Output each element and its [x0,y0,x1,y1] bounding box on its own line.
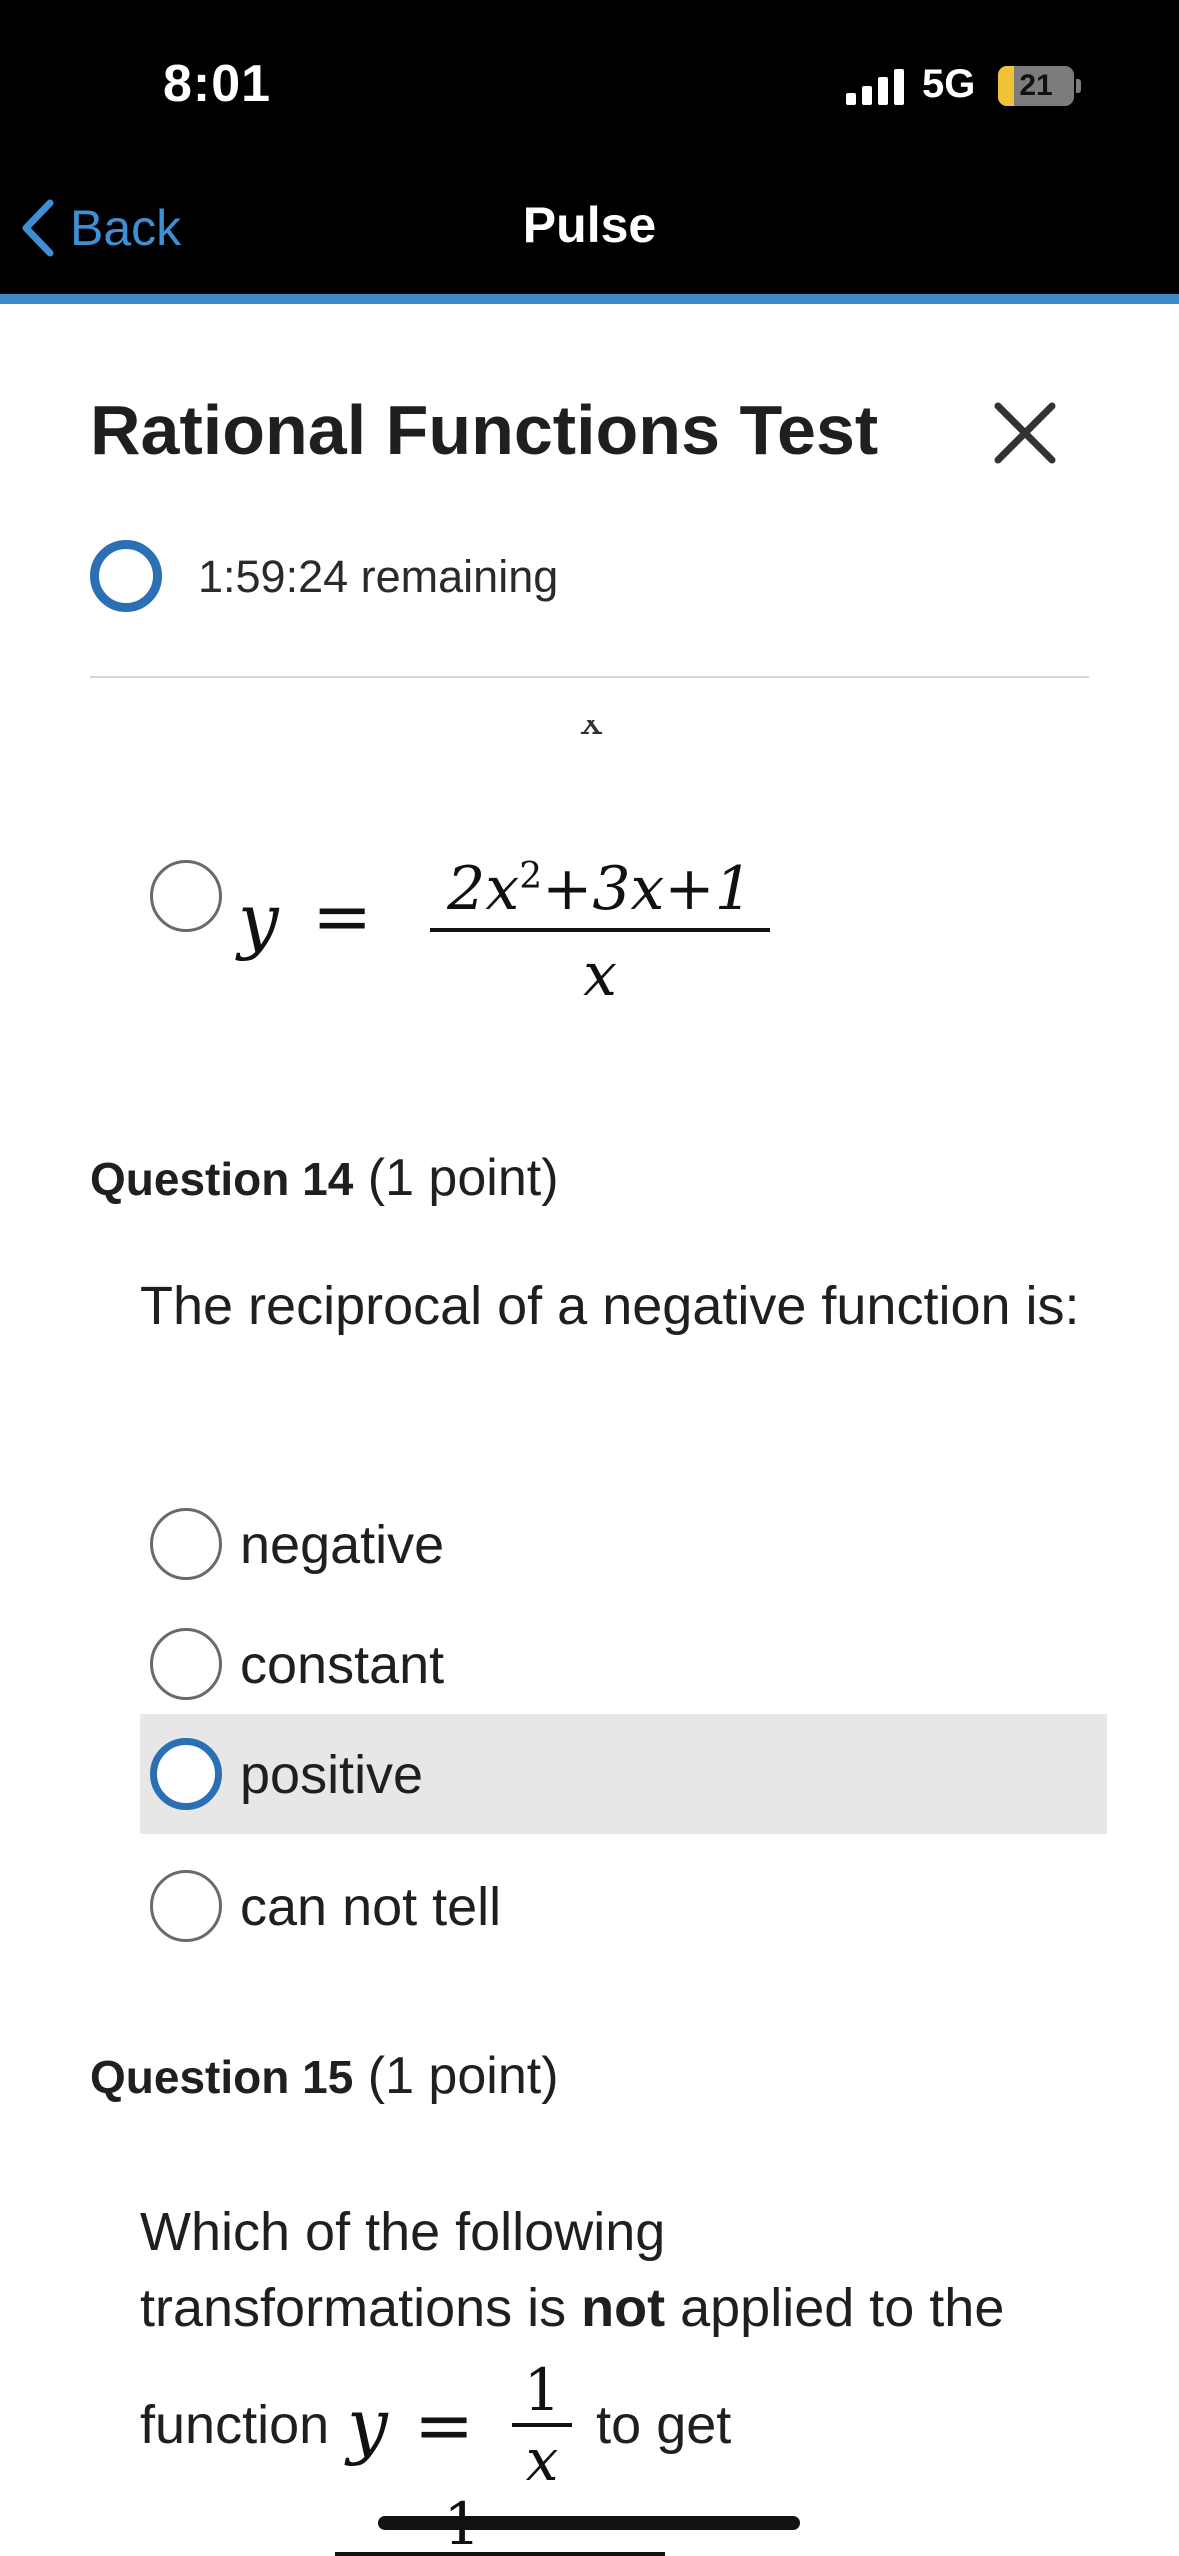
partial-math-glyph: x [580,698,603,744]
fraction-bar [430,928,770,932]
question-15-heading: Question 15 (1 point) [90,2046,559,2106]
numerator-term: 2x [447,854,520,924]
fraction-numerator: 1 [523,2356,561,2424]
option-negative[interactable]: negative [140,1484,1107,1604]
fraction-denominator: x [525,2426,559,2494]
question-14-points: (1 point) [367,1149,559,1207]
timer-text: 1:59:24 remaining [198,551,558,603]
option-radio[interactable] [150,1628,222,1700]
text-emphasis: not [581,2278,666,2338]
signal-bars-icon [846,69,904,105]
numerator-exponent: 2 [519,856,543,897]
option-radio-previous[interactable] [150,860,222,932]
network-label: 5G [922,62,976,106]
option-math-denominator: x [583,940,617,1010]
text-segment: to get [596,2395,732,2455]
question-14-text: The reciprocal of a negative function is… [140,1276,1080,1336]
battery-level: 21 [1019,69,1053,102]
page-title: Rational Functions Test [90,391,879,469]
option-math-numerator: 2x2+3x+1 [430,854,770,924]
question-15-text-line2: transformations is not applied to the [140,2270,1100,2346]
option-positive[interactable]: positive [140,1714,1107,1834]
text-segment: function [140,2395,330,2455]
question-15-text-line3: function y = 1 x to get [140,2361,732,2489]
header-divider [90,676,1089,678]
option-radio[interactable] [150,1508,222,1580]
close-icon[interactable] [990,398,1060,468]
option-math-equals: = [312,874,373,958]
option-constant[interactable]: constant [140,1604,1107,1724]
option-math-y: y [238,878,279,962]
status-time: 8:01 [163,55,272,113]
math-y: y [347,2383,388,2467]
math-equals: = [413,2383,475,2467]
timer-icon [90,540,162,612]
nav-accent-line [0,294,1179,304]
timer-value: 1:59:24 [198,551,349,602]
option-can-not-tell[interactable]: can not tell [140,1846,1107,1966]
option-label: constant [240,1635,445,1695]
option-label: positive [240,1745,424,1805]
question-14-label: Question 14 [90,1153,354,1205]
question-15-text-line1: Which of the following [140,2202,666,2262]
text-segment: transformations is [140,2278,582,2338]
home-indicator [378,2516,800,2530]
battery-tip [1076,79,1081,93]
text-segment: applied to the [665,2278,1005,2338]
math-fraction: 1 x [512,2356,573,2494]
question-15-label: Question 15 [90,2051,354,2103]
option-radio[interactable] [150,1870,222,1942]
nav-title: Pulse [522,197,657,253]
question-15-points: (1 point) [367,2047,559,2105]
timer-suffix: remaining [360,551,559,602]
option-label: negative [240,1515,445,1575]
option-radio-selected[interactable] [150,1738,222,1810]
numerator-rest: +3x+1 [542,854,753,924]
question-14-heading: Question 14 (1 point) [90,1148,559,1208]
option-label: can not tell [240,1877,502,1937]
battery-icon: 21 [998,66,1074,106]
